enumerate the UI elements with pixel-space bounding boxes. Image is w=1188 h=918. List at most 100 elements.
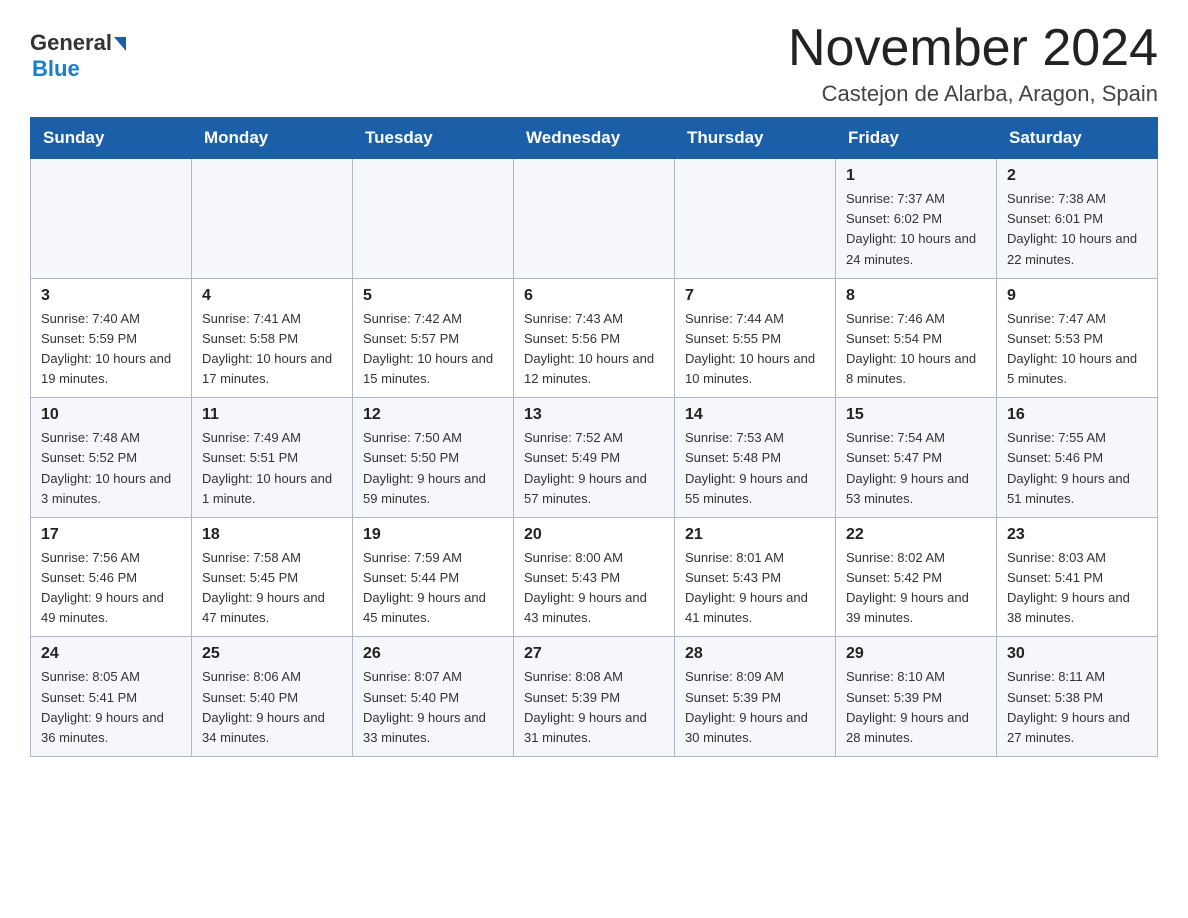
day-number: 29 <box>846 645 986 663</box>
day-info: Sunrise: 7:48 AMSunset: 5:52 PMDaylight:… <box>41 428 181 509</box>
day-number: 19 <box>363 526 503 544</box>
calendar-cell: 1 Sunrise: 7:37 AMSunset: 6:02 PMDaylight… <box>836 159 997 279</box>
calendar-cell <box>31 159 192 279</box>
day-info: Sunrise: 8:07 AMSunset: 5:40 PMDaylight:… <box>363 667 503 748</box>
day-number: 27 <box>524 645 664 663</box>
day-number: 1 <box>846 167 986 185</box>
calendar-cell: 7 Sunrise: 7:44 AMSunset: 5:55 PMDaylight… <box>675 278 836 398</box>
header-friday: Friday <box>836 118 997 159</box>
calendar-cell: 2 Sunrise: 7:38 AMSunset: 6:01 PMDaylight… <box>997 159 1158 279</box>
day-number: 21 <box>685 526 825 544</box>
day-number: 3 <box>41 287 181 305</box>
calendar-cell: 4 Sunrise: 7:41 AMSunset: 5:58 PMDaylight… <box>192 278 353 398</box>
day-number: 23 <box>1007 526 1147 544</box>
title-block: November 2024 Castejon de Alarba, Aragon… <box>788 20 1158 107</box>
calendar-cell: 10Sunrise: 7:48 AMSunset: 5:52 PMDayligh… <box>31 398 192 518</box>
header-tuesday: Tuesday <box>353 118 514 159</box>
calendar-cell <box>514 159 675 279</box>
day-info: Sunrise: 7:43 AMSunset: 5:56 PMDaylight:… <box>524 309 664 390</box>
calendar-cell <box>353 159 514 279</box>
calendar-cell: 27Sunrise: 8:08 AMSunset: 5:39 PMDayligh… <box>514 637 675 757</box>
day-number: 18 <box>202 526 342 544</box>
day-number: 16 <box>1007 406 1147 424</box>
day-info: Sunrise: 7:54 AMSunset: 5:47 PMDaylight:… <box>846 428 986 509</box>
day-number: 28 <box>685 645 825 663</box>
day-info: Sunrise: 7:38 AMSunset: 6:01 PMDaylight:… <box>1007 189 1147 270</box>
days-of-week-row: SundayMondayTuesdayWednesdayThursdayFrid… <box>31 118 1158 159</box>
day-number: 2 <box>1007 167 1147 185</box>
page-subtitle: Castejon de Alarba, Aragon, Spain <box>788 81 1158 107</box>
page-title: November 2024 <box>788 20 1158 77</box>
day-number: 8 <box>846 287 986 305</box>
day-number: 5 <box>363 287 503 305</box>
day-info: Sunrise: 7:41 AMSunset: 5:58 PMDaylight:… <box>202 309 342 390</box>
logo-general-text: General <box>30 30 112 56</box>
calendar-cell: 3 Sunrise: 7:40 AMSunset: 5:59 PMDaylight… <box>31 278 192 398</box>
day-info: Sunrise: 8:02 AMSunset: 5:42 PMDaylight:… <box>846 548 986 629</box>
calendar-cell: 12Sunrise: 7:50 AMSunset: 5:50 PMDayligh… <box>353 398 514 518</box>
header-sunday: Sunday <box>31 118 192 159</box>
logo-arrow-icon <box>114 37 126 51</box>
calendar-cell: 29 Sunrise: 8:10 AMSunset: 5:39 PMDayligh… <box>836 637 997 757</box>
week-row-2: 3 Sunrise: 7:40 AMSunset: 5:59 PMDaylight… <box>31 278 1158 398</box>
logo-blue-text: Blue <box>32 56 80 82</box>
day-info: Sunrise: 7:56 AMSunset: 5:46 PMDaylight:… <box>41 548 181 629</box>
day-number: 20 <box>524 526 664 544</box>
calendar-cell: 19 Sunrise: 7:59 AMSunset: 5:44 PMDayligh… <box>353 517 514 637</box>
day-info: Sunrise: 8:10 AMSunset: 5:39 PMDaylight:… <box>846 667 986 748</box>
day-info: Sunrise: 7:49 AMSunset: 5:51 PMDaylight:… <box>202 428 342 509</box>
week-row-1: 1 Sunrise: 7:37 AMSunset: 6:02 PMDaylight… <box>31 159 1158 279</box>
day-number: 25 <box>202 645 342 663</box>
logo: General Blue <box>30 30 126 82</box>
calendar-cell: 24Sunrise: 8:05 AMSunset: 5:41 PMDayligh… <box>31 637 192 757</box>
week-row-3: 10Sunrise: 7:48 AMSunset: 5:52 PMDayligh… <box>31 398 1158 518</box>
day-info: Sunrise: 8:11 AMSunset: 5:38 PMDaylight:… <box>1007 667 1147 748</box>
day-info: Sunrise: 7:37 AMSunset: 6:02 PMDaylight:… <box>846 189 986 270</box>
day-info: Sunrise: 7:47 AMSunset: 5:53 PMDaylight:… <box>1007 309 1147 390</box>
calendar-cell: 21 Sunrise: 8:01 AMSunset: 5:43 PMDayligh… <box>675 517 836 637</box>
day-info: Sunrise: 7:46 AMSunset: 5:54 PMDaylight:… <box>846 309 986 390</box>
day-info: Sunrise: 7:44 AMSunset: 5:55 PMDaylight:… <box>685 309 825 390</box>
day-number: 30 <box>1007 645 1147 663</box>
day-number: 4 <box>202 287 342 305</box>
day-number: 24 <box>41 645 181 663</box>
day-info: Sunrise: 7:59 AMSunset: 5:44 PMDaylight:… <box>363 548 503 629</box>
calendar-cell: 23Sunrise: 8:03 AMSunset: 5:41 PMDayligh… <box>997 517 1158 637</box>
calendar-cell <box>675 159 836 279</box>
calendar-cell: 8 Sunrise: 7:46 AMSunset: 5:54 PMDaylight… <box>836 278 997 398</box>
day-number: 14 <box>685 406 825 424</box>
calendar-cell: 30 Sunrise: 8:11 AMSunset: 5:38 PMDayligh… <box>997 637 1158 757</box>
calendar-cell: 25Sunrise: 8:06 AMSunset: 5:40 PMDayligh… <box>192 637 353 757</box>
day-number: 7 <box>685 287 825 305</box>
calendar-cell: 16Sunrise: 7:55 AMSunset: 5:46 PMDayligh… <box>997 398 1158 518</box>
day-number: 6 <box>524 287 664 305</box>
day-info: Sunrise: 8:01 AMSunset: 5:43 PMDaylight:… <box>685 548 825 629</box>
day-number: 17 <box>41 526 181 544</box>
day-info: Sunrise: 8:00 AMSunset: 5:43 PMDaylight:… <box>524 548 664 629</box>
calendar-cell <box>192 159 353 279</box>
calendar-cell: 14 Sunrise: 7:53 AMSunset: 5:48 PMDayligh… <box>675 398 836 518</box>
day-number: 12 <box>363 406 503 424</box>
header-wednesday: Wednesday <box>514 118 675 159</box>
calendar-cell: 11Sunrise: 7:49 AMSunset: 5:51 PMDayligh… <box>192 398 353 518</box>
day-info: Sunrise: 7:40 AMSunset: 5:59 PMDaylight:… <box>41 309 181 390</box>
calendar-body: 1 Sunrise: 7:37 AMSunset: 6:02 PMDaylight… <box>31 159 1158 757</box>
page-header: General Blue November 2024 Castejon de A… <box>30 20 1158 107</box>
week-row-4: 17 Sunrise: 7:56 AMSunset: 5:46 PMDayligh… <box>31 517 1158 637</box>
header-thursday: Thursday <box>675 118 836 159</box>
day-info: Sunrise: 7:53 AMSunset: 5:48 PMDaylight:… <box>685 428 825 509</box>
day-info: Sunrise: 8:09 AMSunset: 5:39 PMDaylight:… <box>685 667 825 748</box>
day-number: 22 <box>846 526 986 544</box>
day-info: Sunrise: 7:42 AMSunset: 5:57 PMDaylight:… <box>363 309 503 390</box>
calendar-cell: 15 Sunrise: 7:54 AMSunset: 5:47 PMDayligh… <box>836 398 997 518</box>
calendar-cell: 26Sunrise: 8:07 AMSunset: 5:40 PMDayligh… <box>353 637 514 757</box>
week-row-5: 24Sunrise: 8:05 AMSunset: 5:41 PMDayligh… <box>31 637 1158 757</box>
calendar-cell: 17 Sunrise: 7:56 AMSunset: 5:46 PMDayligh… <box>31 517 192 637</box>
calendar-cell: 6 Sunrise: 7:43 AMSunset: 5:56 PMDaylight… <box>514 278 675 398</box>
calendar-cell: 22 Sunrise: 8:02 AMSunset: 5:42 PMDayligh… <box>836 517 997 637</box>
day-info: Sunrise: 7:52 AMSunset: 5:49 PMDaylight:… <box>524 428 664 509</box>
day-number: 15 <box>846 406 986 424</box>
calendar-cell: 13 Sunrise: 7:52 AMSunset: 5:49 PMDayligh… <box>514 398 675 518</box>
day-number: 13 <box>524 406 664 424</box>
calendar-cell: 18Sunrise: 7:58 AMSunset: 5:45 PMDayligh… <box>192 517 353 637</box>
